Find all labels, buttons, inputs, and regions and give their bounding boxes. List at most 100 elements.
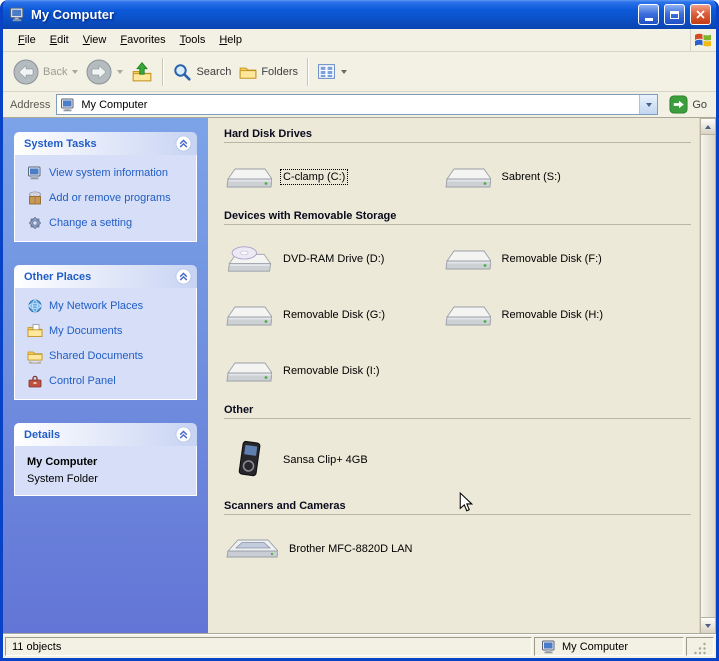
details-header[interactable]: Details xyxy=(14,423,197,446)
scrollbar-thumb[interactable] xyxy=(700,135,716,617)
details-item-name: My Computer xyxy=(27,456,98,468)
sidebar-item-control-panel[interactable]: Control Panel xyxy=(27,373,190,389)
folders-button[interactable]: Folders xyxy=(235,60,302,84)
mp3-player-icon xyxy=(226,439,272,481)
back-button[interactable]: Back xyxy=(9,56,82,88)
minimize-icon xyxy=(644,17,653,21)
sidebar-link-label: Change a setting xyxy=(49,217,133,229)
collapse-chevron-icon[interactable] xyxy=(175,268,192,285)
change-setting-icon xyxy=(27,215,43,231)
back-label: Back xyxy=(43,65,68,78)
title-bar[interactable]: My Computer xyxy=(3,0,716,29)
details-item-type: System Folder xyxy=(27,473,98,485)
drive-label: DVD-RAM Drive (D:) xyxy=(283,253,385,265)
group-title: Devices with Removable Storage xyxy=(224,210,691,225)
group-title: Scanners and Cameras xyxy=(224,500,691,515)
address-dropdown-button[interactable] xyxy=(639,95,658,114)
back-icon xyxy=(13,59,39,85)
sidebar-link-label: My Documents xyxy=(49,325,123,337)
group-scanners-cameras: Scanners and Cameras Brother MFC-8820D L… xyxy=(224,500,691,582)
menu-tools[interactable]: Tools xyxy=(173,31,213,49)
main-area: System Tasks View system information Add… xyxy=(3,118,716,634)
menu-edit[interactable]: Edit xyxy=(43,31,76,49)
menu-file[interactable]: File xyxy=(11,31,43,49)
group-title: Other xyxy=(224,404,691,419)
group-removable-storage: Devices with Removable Storage DVD-RAM D… xyxy=(224,210,691,404)
drive-item-i[interactable]: Removable Disk (I:) xyxy=(226,350,445,392)
views-button[interactable] xyxy=(313,59,351,84)
address-combo[interactable]: My Computer xyxy=(56,94,659,115)
details-panel: Details My Computer System Folder xyxy=(14,423,197,496)
drive-item-c[interactable]: C-clamp (C:) xyxy=(226,156,445,198)
sidebar-item-my-network-places[interactable]: My Network Places xyxy=(27,298,190,314)
address-label: Address xyxy=(10,98,51,111)
resize-grip[interactable] xyxy=(686,637,714,656)
search-button[interactable]: Search xyxy=(168,59,235,85)
folder-content[interactable]: Hard Disk Drives C-clamp (C:) Sabrent (S… xyxy=(208,118,699,634)
folders-label: Folders xyxy=(261,65,299,78)
device-item-brother[interactable]: Brother MFC-8820D LAN xyxy=(226,528,445,570)
task-sidebar: System Tasks View system information Add… xyxy=(3,118,208,634)
drive-item-g[interactable]: Removable Disk (G:) xyxy=(226,294,445,336)
menu-view[interactable]: View xyxy=(76,31,114,49)
search-label: Search xyxy=(196,65,232,78)
drive-label: Removable Disk (I:) xyxy=(283,365,380,377)
sidebar-item-my-documents[interactable]: My Documents xyxy=(27,323,190,339)
my-computer-icon xyxy=(541,639,557,655)
status-object-count: 11 objects xyxy=(5,637,532,656)
drive-item-s[interactable]: Sabrent (S:) xyxy=(445,156,664,198)
system-tasks-body: View system information Add or remove pr… xyxy=(14,155,197,242)
arrow-up-icon xyxy=(705,124,711,129)
drive-item-d[interactable]: DVD-RAM Drive (D:) xyxy=(226,238,445,280)
vertical-scrollbar[interactable] xyxy=(699,118,716,634)
minimize-button[interactable] xyxy=(638,4,659,25)
forward-button[interactable] xyxy=(82,56,127,88)
close-icon xyxy=(696,10,705,19)
maximize-button[interactable] xyxy=(664,4,685,25)
system-tasks-title: System Tasks xyxy=(24,137,97,150)
close-button[interactable] xyxy=(690,4,711,25)
system-tasks-header[interactable]: System Tasks xyxy=(14,132,197,155)
folders-icon xyxy=(239,63,257,81)
back-dropdown-icon[interactable] xyxy=(72,69,79,74)
views-icon xyxy=(317,62,336,81)
group-items: C-clamp (C:) Sabrent (S:) xyxy=(224,143,691,210)
up-button[interactable] xyxy=(127,58,157,86)
scroll-down-button[interactable] xyxy=(700,617,716,634)
shared-documents-icon xyxy=(27,348,43,364)
hard-drive-icon xyxy=(226,162,272,192)
system-tasks-panel: System Tasks View system information Add… xyxy=(14,132,197,242)
scroll-up-button[interactable] xyxy=(700,118,716,135)
drive-item-f[interactable]: Removable Disk (F:) xyxy=(445,238,664,280)
go-button[interactable]: Go xyxy=(664,95,712,114)
collapse-chevron-icon[interactable] xyxy=(175,426,192,443)
views-dropdown-icon[interactable] xyxy=(341,69,348,74)
add-remove-programs-icon xyxy=(27,190,43,206)
collapse-chevron-icon[interactable] xyxy=(175,135,192,152)
sidebar-item-view-system-information[interactable]: View system information xyxy=(27,165,190,181)
group-hard-disk-drives: Hard Disk Drives C-clamp (C:) Sabrent (S… xyxy=(224,128,691,210)
sidebar-item-add-remove-programs[interactable]: Add or remove programs xyxy=(27,190,190,206)
toolbar-separator xyxy=(162,57,164,86)
forward-dropdown-icon[interactable] xyxy=(117,69,124,74)
removable-disk-icon xyxy=(226,300,272,330)
device-label: Brother MFC-8820D LAN xyxy=(289,543,413,555)
menu-favorites[interactable]: Favorites xyxy=(113,31,172,49)
device-item-sansa[interactable]: Sansa Clip+ 4GB xyxy=(226,432,445,488)
drive-item-h[interactable]: Removable Disk (H:) xyxy=(445,294,664,336)
drive-label: Sabrent (S:) xyxy=(501,171,561,183)
device-label: Sansa Clip+ 4GB xyxy=(283,454,368,466)
my-documents-icon xyxy=(27,323,43,339)
other-places-body: My Network Places My Documents Shared Do… xyxy=(14,288,197,400)
windows-logo-icon xyxy=(690,29,714,51)
window-title: My Computer xyxy=(31,7,115,22)
sidebar-item-change-a-setting[interactable]: Change a setting xyxy=(27,215,190,231)
details-body: My Computer System Folder xyxy=(14,446,197,496)
other-places-header[interactable]: Other Places xyxy=(14,265,197,288)
removable-disk-icon xyxy=(445,244,491,274)
sidebar-item-shared-documents[interactable]: Shared Documents xyxy=(27,348,190,364)
my-computer-icon xyxy=(60,97,76,113)
menu-help[interactable]: Help xyxy=(212,31,249,49)
go-icon xyxy=(669,95,688,114)
my-computer-window: My Computer File Edit View Favorites Too… xyxy=(0,0,719,661)
